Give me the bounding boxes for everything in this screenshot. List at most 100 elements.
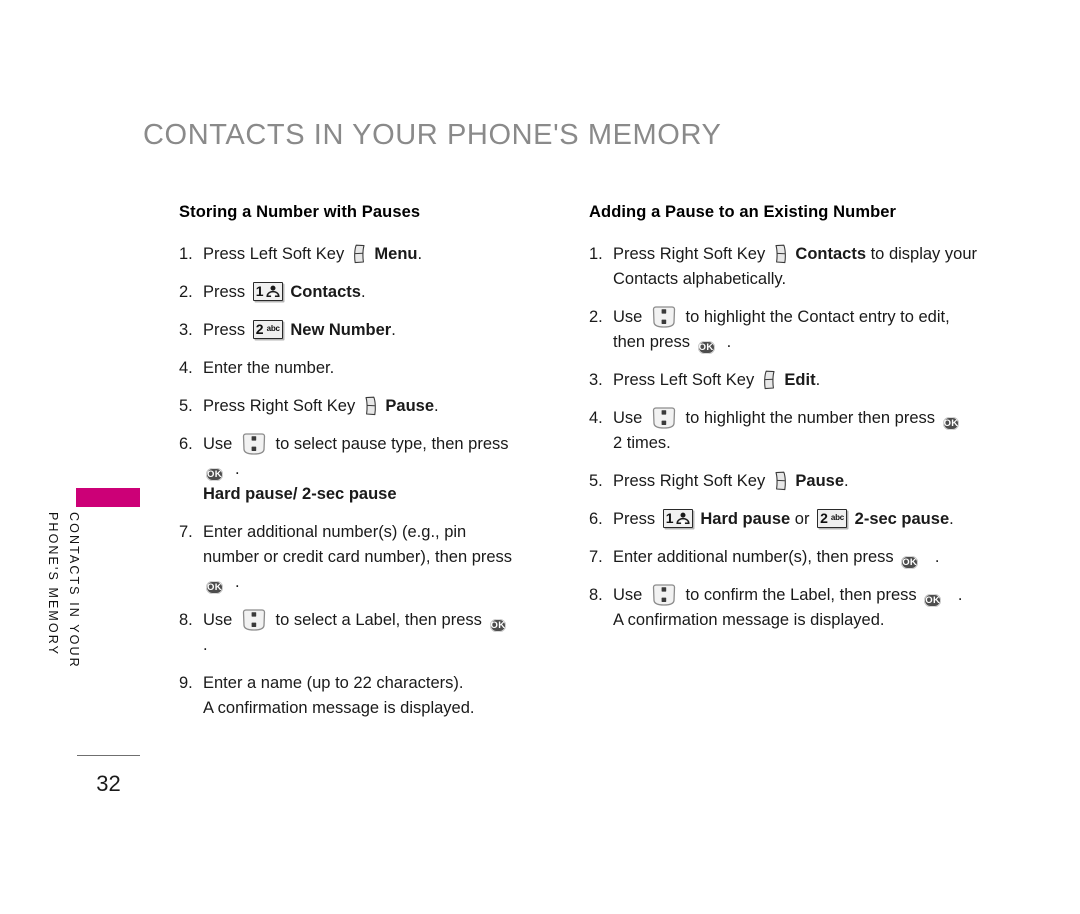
- step-number: 5.: [179, 397, 193, 415]
- step-text: Press Right Soft Key: [613, 472, 770, 490]
- step-text: Enter the number.: [203, 359, 335, 377]
- step-subline: A confirmation message is displayed.: [613, 608, 985, 633]
- keypad-key-2-icon: 2 abc: [817, 509, 848, 528]
- navigation-key-icon: [651, 407, 677, 429]
- step-emphasis: Pause: [380, 397, 435, 415]
- step-item: 2. Use to highlight the Contact entry to …: [589, 305, 985, 355]
- step-number: 2.: [589, 308, 603, 326]
- step-emphasis: Menu: [369, 245, 418, 263]
- step-number: 4.: [589, 409, 603, 427]
- keypad-key-2-icon: 2 abc: [252, 320, 283, 339]
- step-item: 3. Press Left Soft Key Edit.: [589, 368, 985, 393]
- step-text: Press: [203, 321, 250, 339]
- ok-key-icon: OK: [489, 611, 516, 632]
- left-soft-key-icon: [353, 244, 366, 264]
- left-column-heading: Storing a Number with Pauses: [179, 203, 421, 221]
- step-emphasis: Hard pause/ 2-sec pause: [203, 485, 397, 503]
- step-item: 8. Use to confirm the Label, then press O…: [589, 583, 985, 633]
- step-text: .: [203, 636, 208, 654]
- ok-key-label: OK: [206, 468, 223, 481]
- step-number: 8.: [589, 586, 603, 604]
- step-subline: A confirmation message is displayed.: [203, 696, 525, 721]
- keypad-key-1-digit: 1: [665, 510, 674, 526]
- step-text: Press Right Soft Key: [203, 397, 360, 415]
- step-item: 7. Enter additional number(s), then press…: [589, 545, 985, 570]
- step-item: 9. Enter a name (up to 22 characters). A c…: [179, 671, 525, 721]
- step-number: 8.: [179, 611, 193, 629]
- keypad-key-1-icon: 1: [662, 509, 693, 528]
- step-text: .: [953, 586, 963, 604]
- step-text: .: [235, 460, 240, 478]
- step-text: to highlight the number then press: [680, 409, 940, 427]
- ok-key-icon: OK: [697, 333, 724, 354]
- step-text: Use: [613, 409, 647, 427]
- step-text: .: [360, 283, 366, 301]
- step-text: to confirm the Label, then press: [680, 586, 922, 604]
- step-emphasis: Contacts: [285, 283, 361, 301]
- step-text: A confirmation message is displayed.: [203, 699, 475, 717]
- page-number: 32: [96, 771, 121, 796]
- right-column: Adding a Pause to an Existing Number 1. P…: [589, 203, 985, 646]
- step-text: Use: [613, 586, 647, 604]
- right-column-heading: Adding a Pause to an Existing Number: [589, 203, 897, 221]
- navigation-key-icon: [651, 584, 677, 606]
- step-item: 7. Enter additional number(s) (e.g., pin …: [179, 520, 525, 595]
- step-text: Use: [203, 611, 237, 629]
- step-item: 4. Use to highlight the number then press…: [589, 406, 985, 456]
- keypad-key-2-digit: 2: [820, 510, 828, 526]
- step-emphasis: Edit: [779, 371, 816, 389]
- step-emphasis: Pause: [790, 472, 845, 490]
- step-text: Press Left Soft Key: [613, 371, 759, 389]
- step-text: Use: [613, 308, 647, 326]
- keypad-key-1-digit: 1: [255, 283, 264, 299]
- step-item: 6. Press 1 Hard pause or 2 abc 2-sec pause…: [589, 507, 985, 532]
- step-text: .: [235, 573, 240, 591]
- step-text: Enter a name (up to 22 characters).: [203, 674, 464, 692]
- section-tab-label: CONTACTS IN YOUR PHONE'S MEMORY: [26, 512, 84, 672]
- step-item: 1. Press Left Soft Key Menu.: [179, 242, 525, 267]
- step-number: 1.: [589, 245, 603, 263]
- step-item: 2. Press 1 Contacts.: [179, 280, 525, 305]
- step-number: 5.: [589, 472, 603, 490]
- right-column-steps: 1. Press Right Soft Key Contacts to displ…: [589, 242, 985, 633]
- step-text: Press: [203, 283, 250, 301]
- step-item: 3. Press 2 abc New Number.: [179, 318, 525, 343]
- step-text: .: [434, 397, 439, 415]
- step-text: .: [815, 371, 821, 389]
- step-number: 3.: [589, 371, 603, 389]
- section-tab-line-1: CONTACTS IN YOUR: [67, 512, 81, 669]
- ok-key-icon: OK: [924, 586, 950, 607]
- ok-key-icon: OK: [942, 409, 969, 430]
- ok-key-label: OK: [489, 619, 507, 632]
- ok-key-icon: OK: [206, 573, 232, 594]
- step-item: 5. Press Right Soft Key Pause.: [179, 394, 525, 419]
- left-soft-key-icon: [763, 370, 776, 390]
- ok-key-icon: OK: [206, 460, 232, 481]
- keypad-key-1-icon: 1: [252, 282, 283, 301]
- step-text: Press Left Soft Key: [203, 245, 349, 263]
- right-soft-key-icon: [364, 396, 377, 416]
- page-number-rule: [77, 755, 140, 756]
- step-text: .: [726, 333, 732, 351]
- step-item: 4. Enter the number.: [179, 356, 525, 381]
- section-tab-line-2: PHONE'S MEMORY: [46, 512, 60, 657]
- ok-key-icon: OK: [901, 548, 927, 569]
- step-number: 4.: [179, 359, 193, 377]
- ok-key-label: OK: [697, 341, 715, 354]
- step-number: 6.: [589, 510, 603, 528]
- step-text: 2 times.: [613, 434, 671, 452]
- step-text: to select pause type, then press: [270, 435, 509, 453]
- step-text: to select a Label, then press: [270, 611, 487, 629]
- step-emphasis: Hard pause: [695, 510, 791, 528]
- step-text: Use: [203, 435, 237, 453]
- step-text: A confirmation message is displayed.: [613, 611, 885, 629]
- step-text: Press Right Soft Key: [613, 245, 770, 263]
- step-number: 3.: [179, 321, 193, 339]
- keypad-key-2-letters: abc: [266, 324, 280, 333]
- step-text: .: [844, 472, 849, 490]
- step-number: 7.: [589, 548, 603, 566]
- step-item: 5. Press Right Soft Key Pause.: [589, 469, 985, 494]
- right-soft-key-icon: [774, 471, 787, 491]
- step-text: .: [930, 548, 940, 566]
- step-emphasis: New Number: [285, 321, 392, 339]
